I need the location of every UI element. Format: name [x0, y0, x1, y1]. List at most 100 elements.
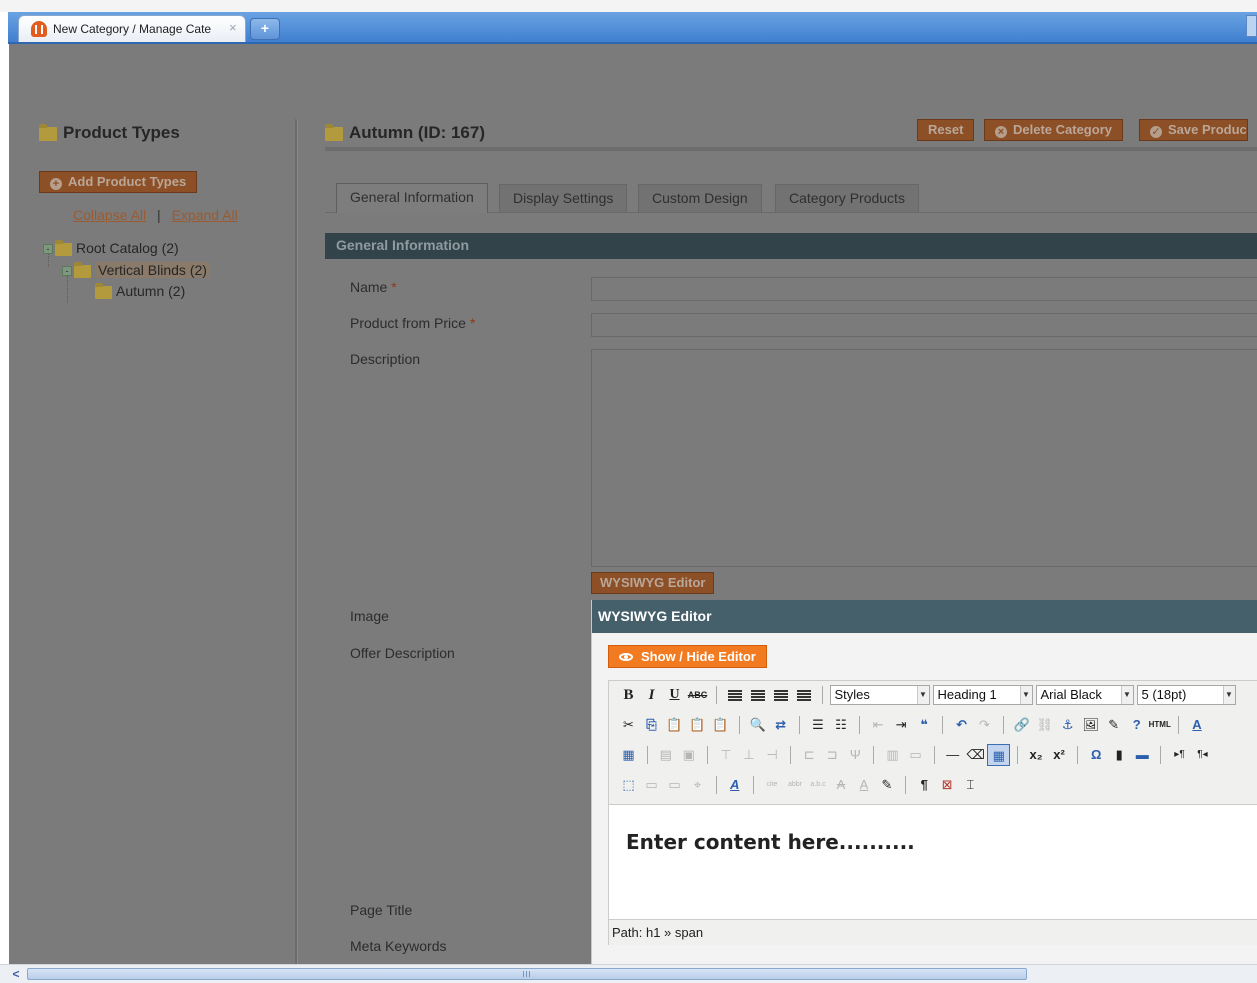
font-family-select[interactable]: Arial Black ▼ — [1035, 685, 1134, 705]
window-minimize-button[interactable] — [1246, 15, 1257, 37]
superscript-icon[interactable]: x² — [1048, 744, 1071, 766]
outdent-icon[interactable]: ⇤ — [867, 714, 890, 736]
close-tab-icon[interactable]: × — [229, 20, 237, 35]
html-icon[interactable]: HTML — [1148, 714, 1171, 736]
numbered-list-icon[interactable]: ☷ — [830, 714, 853, 736]
horizontal-rule-icon[interactable]: — — [941, 744, 964, 766]
collapse-all-link[interactable]: Collapse All — [73, 207, 146, 223]
link-icon[interactable]: 🔗 — [1010, 714, 1033, 736]
col-after-icon[interactable]: ⊐ — [821, 744, 844, 766]
insert-table-icon[interactable]: ▦ — [617, 744, 640, 766]
rtl-icon[interactable]: ¶◂ — [1191, 744, 1214, 766]
replace-icon[interactable]: ⇄ — [769, 714, 792, 736]
bold-button[interactable]: B — [617, 684, 640, 706]
add-product-types-button[interactable]: + Add Product Types — [39, 171, 198, 193]
move-forward-icon[interactable]: ▭ — [640, 774, 663, 796]
row-props-icon[interactable]: ▤ — [654, 744, 677, 766]
move-backward-icon[interactable]: ▭ — [663, 774, 686, 796]
expand-all-link[interactable]: Expand All — [172, 207, 238, 223]
help-icon[interactable]: ? — [1125, 714, 1148, 736]
special-char-icon[interactable]: Ω — [1085, 744, 1108, 766]
toolbar-separator — [1016, 746, 1018, 764]
collapse-toggle-icon[interactable]: - — [62, 266, 72, 277]
tree-node-root-catalog[interactable]: - Root Catalog (2) — [43, 238, 179, 258]
description-textarea[interactable] — [591, 349, 1257, 567]
cleanup-icon[interactable]: ✎ — [1102, 714, 1125, 736]
reset-button[interactable]: Reset — [917, 119, 975, 141]
browser-tab[interactable]: New Category / Manage Cate × — [18, 15, 246, 42]
delete-col-icon[interactable]: Ψ — [844, 744, 867, 766]
remove-format-icon[interactable]: ⌫ — [964, 744, 987, 766]
show-blocks-icon[interactable]: ¶ — [913, 774, 936, 796]
cite-icon[interactable]: cite — [761, 774, 784, 796]
paste-icon[interactable]: 📋 — [663, 714, 686, 736]
image-icon[interactable]: 🖼 — [1079, 714, 1102, 736]
paste-text-icon[interactable]: 📋 — [686, 714, 709, 736]
wysiwyg-editor-button[interactable]: WYSIWYG Editor — [591, 572, 715, 594]
visual-aid-icon[interactable]: ▦ — [987, 744, 1011, 766]
split-cells-icon[interactable]: ▥ — [881, 744, 904, 766]
blockquote-icon[interactable]: ❝ — [913, 714, 936, 736]
align-left-button[interactable] — [723, 684, 746, 706]
strikethrough-button[interactable]: ABC — [686, 684, 709, 706]
abbr-icon[interactable]: abbr — [784, 774, 807, 796]
show-hide-editor-button[interactable]: Show / Hide Editor — [608, 645, 767, 668]
undo-icon[interactable]: ↶ — [950, 714, 973, 736]
align-center-button[interactable] — [746, 684, 769, 706]
widget-icon[interactable]: ▬ — [1131, 744, 1154, 766]
merge-cells-icon[interactable]: ▭ — [904, 744, 927, 766]
path-value[interactable]: h1 » span — [646, 925, 703, 940]
name-input[interactable] — [591, 277, 1257, 301]
tab-display-settings[interactable]: Display Settings — [499, 184, 628, 212]
align-right-button[interactable] — [769, 684, 792, 706]
anchor-icon[interactable]: ⚓ — [1056, 714, 1079, 736]
redo-icon[interactable]: ↷ — [973, 714, 996, 736]
horizontal-scrollbar[interactable]: < — [0, 964, 1257, 983]
editor-content-area[interactable]: Enter content here.......... — [609, 805, 1257, 919]
price-input[interactable] — [591, 313, 1257, 337]
acronym-icon[interactable]: a.b.c — [807, 774, 830, 796]
ins-icon[interactable]: A — [853, 774, 876, 796]
row-before-icon[interactable]: ⊤ — [715, 744, 738, 766]
find-icon[interactable]: 🔍 — [746, 714, 769, 736]
cut-icon[interactable]: ✂ — [617, 714, 640, 736]
format-select[interactable]: Heading 1 ▼ — [932, 685, 1033, 705]
text-color-icon[interactable]: A — [1186, 714, 1209, 736]
unlink-icon[interactable]: ⛓ — [1033, 714, 1056, 736]
delete-row-icon[interactable]: ⊣ — [761, 744, 784, 766]
media-icon[interactable]: ▮ — [1108, 744, 1131, 766]
italic-button[interactable]: I — [640, 684, 663, 706]
collapse-toggle-icon[interactable]: - — [43, 244, 53, 255]
pagebreak-icon[interactable]: ⌶ — [959, 774, 982, 796]
tab-custom-design[interactable]: Custom Design — [638, 184, 762, 212]
editor-content-heading[interactable]: Enter content here.......... — [626, 830, 915, 854]
row-after-icon[interactable]: ⊥ — [738, 744, 761, 766]
tree-node-vertical-blinds[interactable]: - Vertical Blinds (2) — [62, 260, 210, 280]
ltr-icon[interactable]: ▸¶ — [1168, 744, 1191, 766]
cell-props-icon[interactable]: ▣ — [677, 744, 700, 766]
scrollbar-thumb[interactable] — [27, 968, 1027, 980]
font-size-select[interactable]: 5 (18pt) ▼ — [1136, 685, 1236, 705]
absolute-position-icon[interactable]: ⌖ — [686, 774, 709, 796]
paste-word-icon[interactable]: 📋 — [709, 714, 732, 736]
nonbreaking-icon[interactable]: ⊠ — [936, 774, 959, 796]
col-before-icon[interactable]: ⊏ — [798, 744, 821, 766]
styles-select[interactable]: Styles ▼ — [829, 685, 930, 705]
bullet-list-icon[interactable]: ☰ — [807, 714, 830, 736]
save-button[interactable]: ✓ Save Produc — [1139, 119, 1248, 141]
insert-layer-icon[interactable]: ⬚ — [617, 774, 640, 796]
del-icon[interactable]: A — [830, 774, 853, 796]
tab-category-products[interactable]: Category Products — [775, 184, 919, 212]
styleprops-icon[interactable]: A — [723, 774, 746, 796]
new-tab-button[interactable]: + — [250, 18, 280, 40]
scroll-left-icon[interactable]: < — [9, 967, 23, 981]
tab-general-information[interactable]: General Information — [336, 183, 488, 213]
attributes-icon[interactable]: ✎ — [876, 774, 899, 796]
indent-icon[interactable]: ⇥ — [890, 714, 913, 736]
subscript-icon[interactable]: x₂ — [1025, 744, 1048, 766]
align-justify-button[interactable] — [792, 684, 815, 706]
underline-button[interactable]: U — [663, 684, 686, 706]
tree-node-autumn[interactable]: Autumn (2) — [95, 281, 185, 301]
delete-category-button[interactable]: × Delete Category — [984, 119, 1123, 141]
copy-icon[interactable]: ⎘ — [640, 714, 663, 736]
